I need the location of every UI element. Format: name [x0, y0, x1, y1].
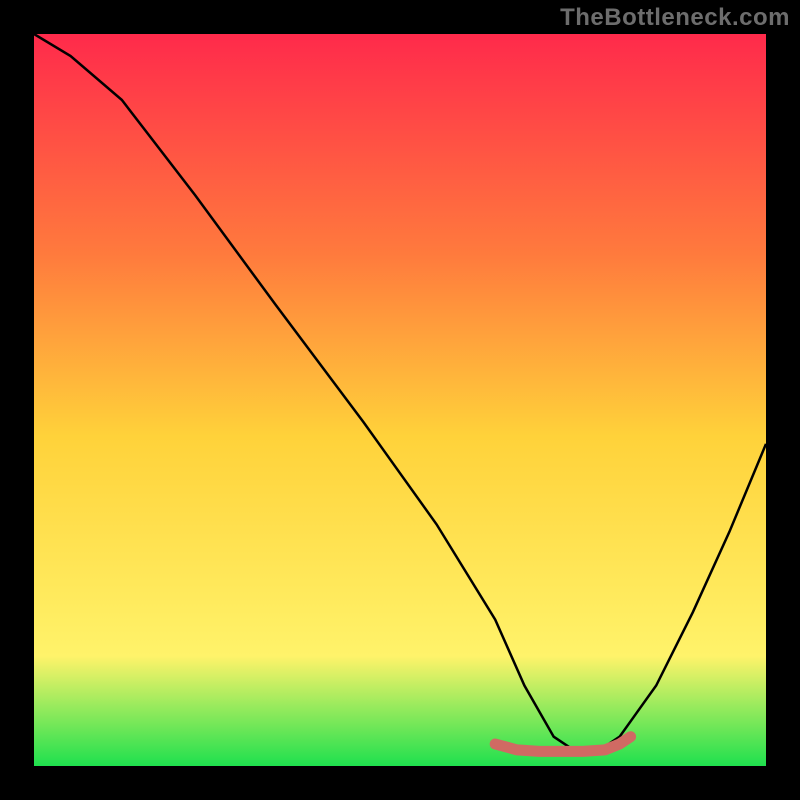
watermark-text: TheBottleneck.com [560, 4, 790, 32]
plot-area [34, 34, 766, 766]
chart-container: TheBottleneck.com [0, 0, 800, 800]
gradient-background [34, 34, 766, 766]
plot-svg [34, 34, 766, 766]
